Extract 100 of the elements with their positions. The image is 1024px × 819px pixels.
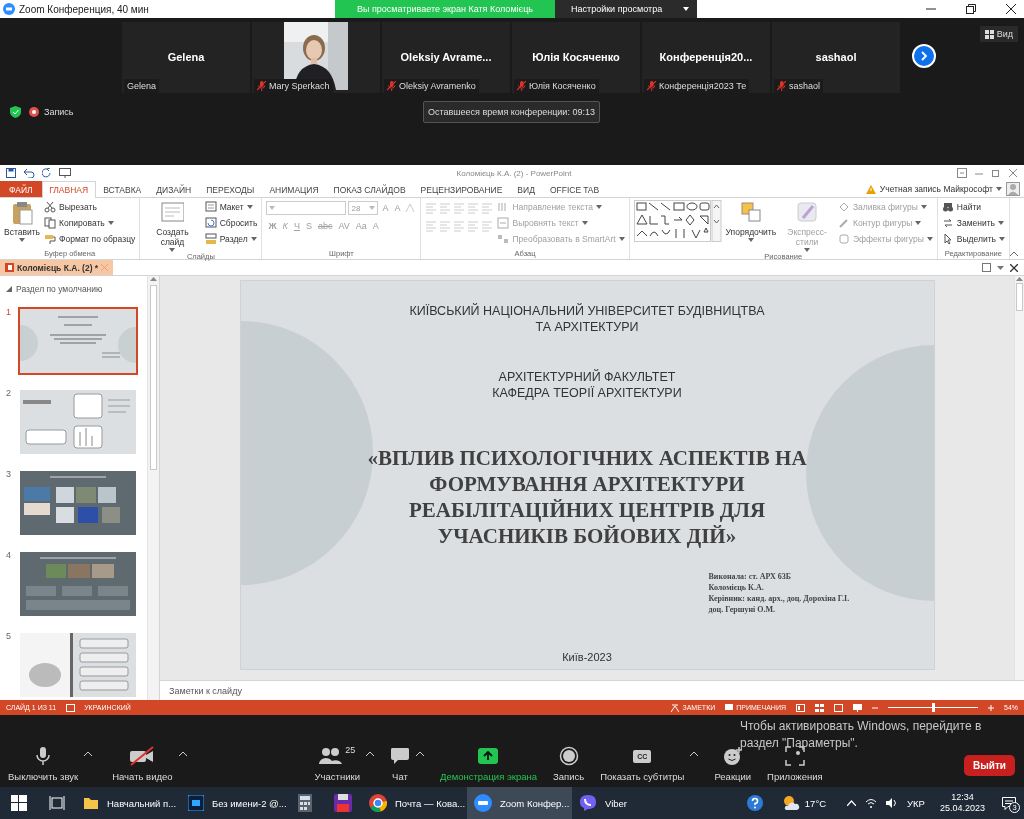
meeting-control[interactable]: Выключить звук <box>8 745 79 782</box>
help-icon[interactable] <box>746 795 763 811</box>
expand-triangle-icon[interactable] <box>6 286 12 292</box>
notes-placeholder[interactable]: Заметки к слайду <box>169 685 242 696</box>
wifi-icon[interactable] <box>865 798 878 808</box>
slide-thumbnail[interactable] <box>18 631 138 699</box>
notification-icon[interactable] <box>1002 796 1016 810</box>
meeting-control[interactable]: Чат <box>389 745 410 782</box>
caret-icon <box>804 248 811 252</box>
ribbon-tab[interactable]: ВИД <box>509 181 543 197</box>
record-dot-icon <box>29 107 39 117</box>
ribbon-button[interactable]: Сбросить <box>204 216 258 230</box>
ribbon-button[interactable]: Упорядочить <box>725 200 777 242</box>
temperature[interactable]: 17°C <box>804 797 827 809</box>
replace-icon <box>941 217 954 229</box>
taskbar-button[interactable]: Навчальний п... <box>76 787 181 819</box>
leave-button[interactable]: Выйти <box>964 755 1015 776</box>
ribbon-tab[interactable]: ПЕРЕХОДЫ <box>198 181 262 197</box>
ribbon-tab[interactable]: ГЛАВНАЯ <box>41 181 96 198</box>
section-header[interactable]: Раздел по умолчанию <box>16 284 103 294</box>
reset-icon <box>204 217 217 229</box>
shapes-gallery[interactable] <box>633 200 722 242</box>
ribbon-tab[interactable]: OFFICE TAB <box>542 181 607 197</box>
chevron-up-icon[interactable] <box>415 751 424 756</box>
next-page-button[interactable] <box>912 44 936 68</box>
clock-date[interactable]: 25.04.2023 <box>939 803 985 814</box>
taskbar-button[interactable]: Viber <box>572 787 677 819</box>
ribbon-tab[interactable]: АНИМАЦИЯ <box>261 181 327 197</box>
ribbon-tab[interactable]: ДИЗАЙН <box>148 181 199 197</box>
reading-view-icon[interactable] <box>834 703 843 712</box>
ribbon-tab[interactable]: ФАЙЛ <box>0 181 42 197</box>
tab-list-icon[interactable] <box>997 265 1004 270</box>
ribbon-options-icon[interactable] <box>957 168 967 178</box>
zoom-slider[interactable] <box>888 703 978 712</box>
ribbon-button[interactable]: Формат по образцу <box>44 232 136 246</box>
slide-thumbnail[interactable] <box>18 550 138 618</box>
ribbon-button[interactable]: Макет <box>204 200 258 214</box>
weather-icon[interactable] <box>781 795 800 811</box>
save-icon[interactable] <box>6 168 16 178</box>
close-icon[interactable] <box>1010 263 1018 272</box>
ribbon-button[interactable]: Копировать <box>44 216 136 230</box>
chevron-up-icon[interactable] <box>178 751 187 756</box>
meeting-control[interactable]: Демонстрация экрана <box>439 745 538 782</box>
redo-icon[interactable] <box>42 168 52 178</box>
scrollbar[interactable] <box>147 276 159 700</box>
caret-icon <box>369 206 376 210</box>
document-tab[interactable]: Коломієць К.А. (2) * <box>0 260 114 275</box>
meeting-control[interactable]: Начать видео <box>112 745 173 782</box>
taskbar-button[interactable]: Почта — Кова... <box>362 787 467 819</box>
scrollbar[interactable] <box>1014 276 1024 680</box>
slide-thumbnail[interactable] <box>18 388 138 456</box>
close-icon[interactable] <box>1006 4 1016 14</box>
slide-thumbnail[interactable] <box>18 307 138 375</box>
presentation-file-icon <box>5 263 14 272</box>
participant-name: Юлія Косяченко <box>532 50 620 65</box>
slide-title: РЕАБІЛІТАЦІЙНИХ ЦЕНТРІВ ДЛЯ <box>408 497 766 523</box>
chevron-up-icon[interactable] <box>84 751 93 756</box>
scroll-thumb[interactable] <box>150 285 157 470</box>
slide-thumbnail[interactable] <box>18 469 138 537</box>
ribbon-tab[interactable]: РЕЦЕНЗИРОВАНИЕ <box>413 181 510 197</box>
grid-icon <box>984 29 994 39</box>
meeting-control[interactable]: 25 Участники <box>314 745 360 782</box>
account-menu[interactable]: Учетная запись Майкрософт <box>879 184 1002 194</box>
zoom-in-icon[interactable] <box>988 704 994 711</box>
input-language[interactable]: УКР <box>907 797 925 809</box>
ribbon-button[interactable]: Найти <box>941 200 1005 214</box>
slide-number: 4 <box>6 550 12 560</box>
presentation-icon[interactable] <box>59 168 71 178</box>
meeting-control[interactable]: Запись <box>553 745 585 782</box>
view-button[interactable]: Вид <box>979 26 1018 42</box>
ribbon-button[interactable]: Вырезать <box>44 200 136 214</box>
avatar-icon[interactable] <box>1006 182 1020 196</box>
clock-time[interactable]: 12:34 <box>951 792 974 803</box>
sorter-view-icon[interactable] <box>815 703 824 712</box>
normal-view-icon[interactable] <box>796 703 805 712</box>
undo-icon[interactable] <box>23 168 35 178</box>
new-tab-icon[interactable] <box>982 263 991 272</box>
scroll-thumb[interactable] <box>1016 283 1023 311</box>
effects-icon <box>837 233 850 245</box>
restore-icon[interactable] <box>966 4 976 14</box>
taskbar-button[interactable]: Без имени-2 @... <box>181 787 286 819</box>
folder-icon <box>83 795 99 811</box>
ribbon-tab[interactable]: ВСТАВКА <box>95 181 149 197</box>
ribbon-button[interactable]: Раздел <box>204 232 258 246</box>
clipboard-icon <box>10 200 34 226</box>
ribbon-button[interactable]: Создать слайд <box>144 200 201 252</box>
browser-icon <box>369 794 387 812</box>
volume-icon[interactable] <box>886 798 899 808</box>
ribbon-button[interactable]: Вставить <box>4 200 41 242</box>
slider-thumb[interactable] <box>932 703 935 712</box>
ribbon-button[interactable]: Выделить <box>941 232 1005 246</box>
chevron-up-icon[interactable] <box>690 751 699 756</box>
taskbar-button[interactable]: Zoom Конфер... <box>467 787 572 819</box>
view-options-button[interactable]: Настройки просмотра <box>555 0 697 18</box>
share-screen-icon <box>477 747 500 765</box>
ribbon-button[interactable]: Заменить <box>941 216 1005 230</box>
chevron-up-icon[interactable] <box>365 751 374 756</box>
collapse-ribbon-icon[interactable] <box>1010 251 1018 256</box>
slideshow-icon[interactable] <box>853 703 862 712</box>
ribbon-tab[interactable]: ПОКАЗ СЛАЙДОВ <box>326 181 414 197</box>
